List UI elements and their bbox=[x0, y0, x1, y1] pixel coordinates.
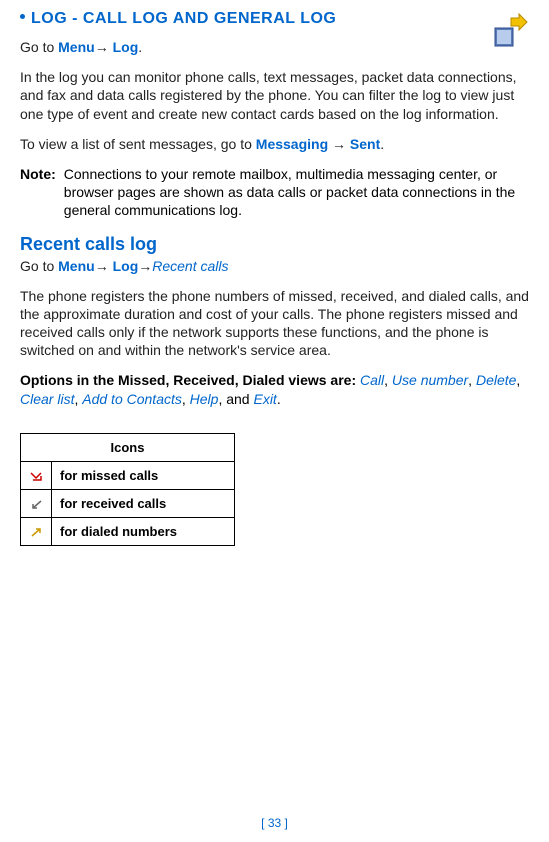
arrow-icon: → bbox=[95, 39, 109, 55]
title-text: LOG - CALL LOG AND GENERAL LOG bbox=[31, 10, 336, 27]
option-help: Help bbox=[190, 391, 219, 407]
note-block: Note: Connections to your remote mailbox… bbox=[20, 165, 529, 220]
bullet-icon bbox=[20, 14, 25, 19]
goto-prefix: Go to bbox=[20, 39, 58, 55]
option-call: Call bbox=[360, 372, 384, 388]
arrow-icon: → bbox=[328, 136, 350, 152]
option-add-contacts: Add to Contacts bbox=[82, 391, 182, 407]
dialed-label: for dialed numbers bbox=[52, 518, 235, 546]
sent-prefix: To view a list of sent messages, go to bbox=[20, 136, 256, 152]
period: . bbox=[380, 136, 384, 152]
menu-link: Menu bbox=[58, 258, 95, 274]
sent-messages-line: To view a list of sent messages, go to M… bbox=[20, 135, 529, 153]
options-and: , and bbox=[218, 391, 253, 407]
table-row: for received calls bbox=[21, 490, 235, 518]
received-call-icon bbox=[21, 490, 52, 518]
arrow-icon: → bbox=[138, 258, 152, 274]
log-link: Log bbox=[113, 258, 139, 274]
arrow-icon: → bbox=[95, 258, 109, 274]
page-title: LOG - CALL LOG AND GENERAL LOG bbox=[20, 10, 529, 28]
sent-link: Sent bbox=[350, 136, 380, 152]
goto-prefix: Go to bbox=[20, 258, 58, 274]
recent-calls-link: Recent calls bbox=[152, 258, 228, 274]
log-description: In the log you can monitor phone calls, … bbox=[20, 68, 529, 123]
icons-header: Icons bbox=[21, 434, 235, 462]
table-row: for dialed numbers bbox=[21, 518, 235, 546]
period: . bbox=[277, 391, 281, 407]
option-clear-list: Clear list bbox=[20, 391, 74, 407]
recent-calls-heading: Recent calls log bbox=[20, 234, 529, 255]
menu-link: Menu bbox=[58, 39, 95, 55]
note-label: Note: bbox=[20, 165, 56, 220]
goto-recent-line: Go to Menu→ Log→Recent calls bbox=[20, 257, 529, 275]
missed-call-icon bbox=[21, 462, 52, 490]
missed-label: for missed calls bbox=[52, 462, 235, 490]
recent-description: The phone registers the phone numbers of… bbox=[20, 287, 529, 360]
option-use-number: Use number bbox=[392, 372, 468, 388]
note-text: Connections to your remote mailbox, mult… bbox=[64, 165, 529, 220]
page-number: [ 33 ] bbox=[0, 816, 549, 830]
messaging-link: Messaging bbox=[256, 136, 328, 152]
options-line: Options in the Missed, Received, Dialed … bbox=[20, 371, 529, 409]
table-row: for missed calls bbox=[21, 462, 235, 490]
dialed-number-icon bbox=[21, 518, 52, 546]
received-label: for received calls bbox=[52, 490, 235, 518]
goto-log-line: Go to Menu→ Log. bbox=[20, 38, 529, 56]
period: . bbox=[138, 39, 142, 55]
option-delete: Delete bbox=[476, 372, 516, 388]
option-exit: Exit bbox=[253, 391, 276, 407]
options-prefix: Options in the Missed, Received, Dialed … bbox=[20, 372, 356, 388]
log-header-icon bbox=[489, 12, 529, 57]
log-link: Log bbox=[113, 39, 139, 55]
icons-table: Icons for missed calls for received call… bbox=[20, 433, 235, 546]
